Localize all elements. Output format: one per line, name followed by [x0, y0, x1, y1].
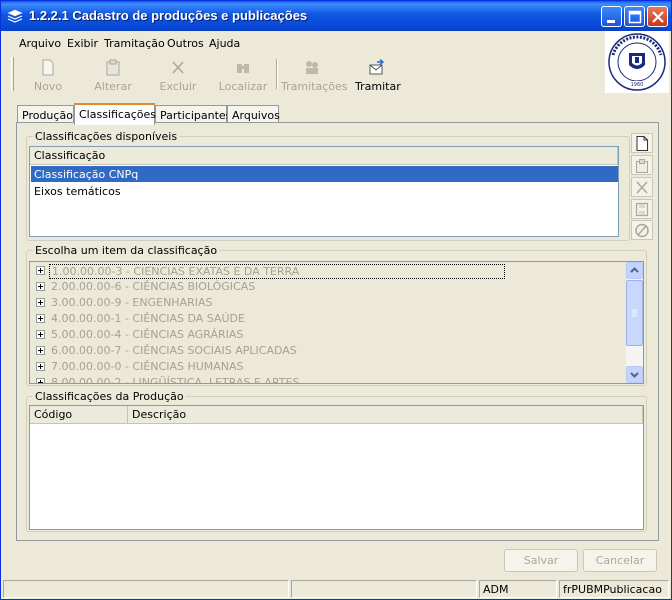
classificacao-tree[interactable]: 1.00.00.00-3 - CIENCIAS EXATAS E DA TERR…: [29, 261, 644, 384]
tramitar-button[interactable]: Tramitar: [355, 57, 401, 93]
novo-button[interactable]: Novo: [27, 57, 69, 93]
chevron-up-icon: [630, 267, 639, 273]
expand-plus-icon[interactable]: [36, 298, 45, 307]
escolha-item-group: Escolha um item da classificação 1.00.00…: [26, 244, 647, 386]
status-bar: ADM frPUBMPublicacao: [3, 579, 671, 599]
toolbar: Novo Alterar Excluir Localizar Tramitaçõ…: [9, 55, 605, 93]
save-icon: [635, 202, 649, 217]
university-logo: 1960: [605, 31, 669, 93]
minimize-button[interactable]: [601, 6, 622, 27]
side-edit-button[interactable]: [631, 155, 653, 175]
expand-plus-icon[interactable]: [36, 362, 45, 371]
new-document-icon: [42, 59, 54, 76]
tramitacoes-button[interactable]: Tramitações: [281, 57, 347, 93]
university-seal-icon: 1960: [608, 33, 666, 91]
tab-panel: Classificações disponíveis Classificação…: [16, 122, 659, 541]
salvar-button[interactable]: Salvar: [504, 549, 578, 572]
list-item[interactable]: Eixos temáticos: [31, 183, 618, 199]
delete-icon: [636, 181, 648, 194]
classificacoes-disponiveis-group: Classificações disponíveis Classificação…: [26, 130, 630, 241]
minimize-icon: [607, 20, 615, 23]
side-cancel-button[interactable]: [631, 220, 653, 240]
classificacoes-producao-grid[interactable]: Código Descrição: [29, 405, 644, 530]
scroll-down-button[interactable]: [626, 366, 643, 383]
maximize-icon: [628, 10, 642, 24]
tab-classificacoes[interactable]: Classificações: [74, 103, 156, 125]
group-legend: Classificações disponíveis: [33, 130, 180, 143]
edit-icon: [636, 159, 648, 173]
maximize-button[interactable]: [624, 6, 645, 27]
menu-outros[interactable]: Outros: [167, 37, 204, 50]
chevron-down-icon: [630, 372, 639, 378]
close-button[interactable]: [647, 6, 668, 27]
expand-plus-icon[interactable]: [36, 314, 45, 323]
cancelar-button[interactable]: Cancelar: [583, 549, 657, 572]
expand-plus-icon[interactable]: [36, 330, 45, 339]
group-legend: Classificações da Produção: [33, 390, 186, 403]
status-form: frPUBMPublicacao: [559, 580, 669, 598]
classificacoes-list[interactable]: Classificação Classificação CNPq Eixos t…: [29, 146, 619, 237]
side-save-button[interactable]: [631, 199, 653, 219]
menu-tramitacao[interactable]: Tramitação: [104, 37, 165, 50]
status-user: ADM: [479, 580, 557, 598]
edit-icon: [106, 59, 120, 76]
group-legend: Escolha um item da classificação: [33, 244, 220, 257]
menu-arquivo[interactable]: Arquivo: [19, 37, 61, 50]
excluir-button[interactable]: Excluir: [157, 57, 199, 93]
tramitacoes-icon: [306, 61, 318, 74]
list-item[interactable]: Classificação CNPq: [31, 166, 618, 182]
status-panel-2: [291, 580, 477, 598]
side-delete-button[interactable]: [631, 177, 653, 197]
app-stack-icon: [7, 9, 23, 23]
expand-plus-icon[interactable]: [36, 266, 45, 275]
window-title: 1.2.2.1 Cadastro de produções e publicaç…: [29, 8, 308, 23]
status-panel-1: [3, 580, 289, 598]
menu-ajuda[interactable]: Ajuda: [209, 37, 240, 50]
new-icon: [636, 136, 648, 151]
expand-plus-icon[interactable]: [36, 282, 45, 291]
classificacoes-producao-group: Classificações da Produção Código Descri…: [26, 390, 647, 532]
expand-plus-icon[interactable]: [36, 346, 45, 355]
column-header-classificacao[interactable]: Classificação: [30, 147, 618, 165]
menu-exibir[interactable]: Exibir: [67, 37, 98, 50]
column-header-descricao[interactable]: Descrição: [128, 406, 643, 424]
close-icon: [652, 11, 664, 23]
delete-x-icon: [172, 61, 184, 74]
side-new-button[interactable]: [631, 133, 653, 153]
expand-plus-icon[interactable]: [36, 378, 45, 383]
binoculars-icon: [237, 64, 249, 73]
tree-scrollbar[interactable]: [626, 262, 643, 383]
scroll-thumb[interactable]: [626, 280, 643, 346]
title-bar[interactable]: 1.2.2.1 Cadastro de produções e publicaç…: [1, 1, 671, 31]
alterar-button[interactable]: Alterar: [91, 57, 135, 93]
grip-lines-icon: [632, 309, 637, 317]
scroll-up-button[interactable]: [626, 262, 643, 279]
toolbar-separator: [276, 59, 278, 89]
cancel-icon: [635, 223, 649, 238]
svg-text:1960: 1960: [631, 82, 644, 88]
tramitar-icon: [369, 59, 385, 75]
main-window: 1.2.2.1 Cadastro de produções e publicaç…: [0, 0, 672, 600]
column-header-codigo[interactable]: Código: [30, 406, 128, 424]
localizar-button[interactable]: Localizar: [217, 57, 269, 93]
